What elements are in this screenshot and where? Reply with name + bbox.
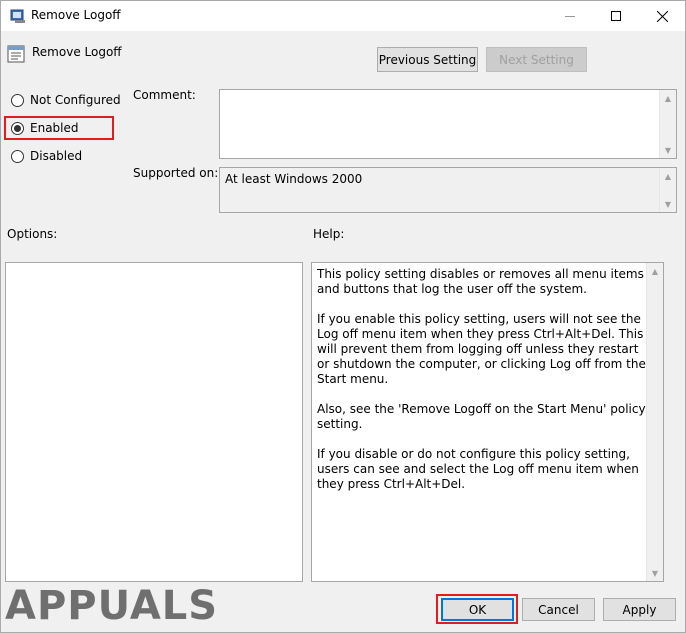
maximize-icon	[611, 11, 621, 21]
previous-setting-button[interactable]: Previous Setting	[377, 47, 478, 72]
supported-on-value: At least Windows 2000	[225, 172, 363, 186]
minimize-button[interactable]	[547, 1, 593, 31]
policy-app-icon	[10, 9, 25, 23]
help-text: This policy setting disables or removes …	[317, 267, 647, 507]
radio-enabled[interactable]: Enabled	[11, 121, 79, 135]
apply-button[interactable]: Apply	[603, 598, 676, 621]
window-title: Remove Logoff	[31, 8, 121, 22]
policy-dialog: Remove Logoff Remove Logoff Previous Set…	[0, 0, 686, 633]
radio-button[interactable]	[11, 93, 24, 107]
help-paragraph: This policy setting disables or removes …	[317, 267, 644, 296]
scroll-down-icon[interactable]: ▼	[660, 196, 676, 212]
radio-label: Enabled	[30, 121, 79, 135]
scroll-up-icon[interactable]: ▲	[660, 90, 676, 106]
minimize-icon	[565, 15, 575, 17]
policy-title: Remove Logoff	[32, 45, 122, 59]
radio-label: Not Configured	[30, 93, 121, 107]
close-button[interactable]	[639, 1, 685, 31]
comment-field[interactable]: ▲ ▼	[219, 89, 677, 159]
options-panel	[5, 262, 303, 582]
radio-disabled[interactable]: Disabled	[11, 149, 82, 163]
cancel-button[interactable]: Cancel	[522, 598, 595, 621]
maximize-button[interactable]	[593, 1, 639, 31]
scroll-down-icon[interactable]: ▼	[660, 142, 676, 158]
help-label: Help:	[313, 227, 345, 241]
ok-button[interactable]: OK	[441, 598, 514, 621]
next-setting-button[interactable]: Next Setting	[486, 47, 587, 72]
scroll-up-icon[interactable]: ▲	[660, 168, 676, 184]
watermark-logo: APPUALS	[5, 583, 219, 629]
radio-button[interactable]	[11, 121, 24, 135]
help-paragraph: If you enable this policy setting, users…	[317, 312, 646, 386]
help-scrollbar[interactable]: ▲ ▼	[646, 263, 663, 581]
policy-setting-icon	[7, 45, 25, 63]
comment-label: Comment:	[133, 88, 196, 102]
close-icon	[656, 10, 668, 22]
supported-scrollbar[interactable]: ▲ ▼	[659, 168, 676, 212]
supported-on-field: At least Windows 2000 ▲ ▼	[219, 167, 677, 213]
radio-label: Disabled	[30, 149, 83, 163]
scroll-up-icon[interactable]: ▲	[647, 263, 663, 279]
title-bar: Remove Logoff	[1, 1, 685, 31]
help-paragraph: If you disable or do not configure this …	[317, 447, 639, 491]
supported-on-label: Supported on:	[133, 166, 219, 180]
radio-not-configured[interactable]: Not Configured	[11, 93, 121, 107]
help-panel: This policy setting disables or removes …	[311, 262, 664, 582]
comment-scrollbar[interactable]: ▲ ▼	[659, 90, 676, 158]
options-label: Options:	[7, 227, 58, 241]
radio-button[interactable]	[11, 149, 24, 163]
help-paragraph: Also, see the 'Remove Logoff on the Star…	[317, 402, 646, 431]
scroll-down-icon[interactable]: ▼	[647, 565, 663, 581]
